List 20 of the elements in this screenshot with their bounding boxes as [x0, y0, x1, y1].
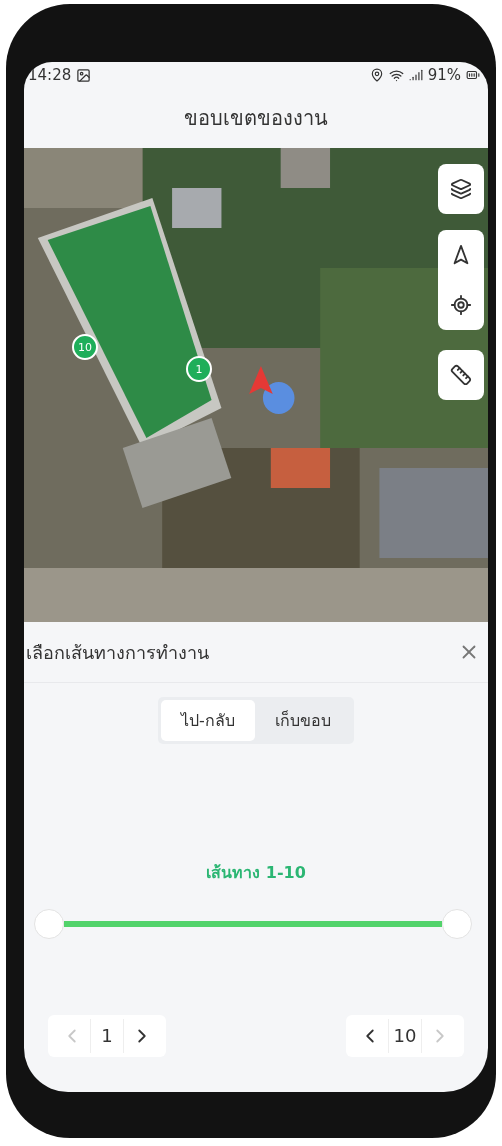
slider-thumb[interactable] [442, 909, 472, 939]
location-icon [369, 68, 384, 82]
map-view[interactable]: 10 1 [24, 148, 488, 622]
stepper-value: 10 [388, 1019, 422, 1053]
ruler-icon [450, 364, 472, 386]
sheet-title: เลือกเส้นทางการทำงาน [26, 640, 209, 665]
segment-tab[interactable]: เก็บขอบ [254, 700, 351, 741]
wifi-icon [388, 67, 404, 83]
page-title: ขอบเขตของงาน [184, 105, 328, 132]
route-range-label: เส้นทาง 1-10 [206, 862, 306, 884]
status-time: 14:28 [28, 66, 72, 84]
battery-icon [466, 68, 480, 82]
slider-thumb[interactable] [34, 909, 64, 939]
battery-level: 91% [427, 66, 461, 84]
segment-tab[interactable]: ไป-กลับ [161, 700, 255, 741]
stepper-value: 1 [90, 1019, 124, 1053]
crosshair-icon [450, 294, 472, 316]
signal-icon [408, 68, 423, 82]
image-icon [76, 67, 92, 83]
layers-icon [450, 178, 472, 200]
